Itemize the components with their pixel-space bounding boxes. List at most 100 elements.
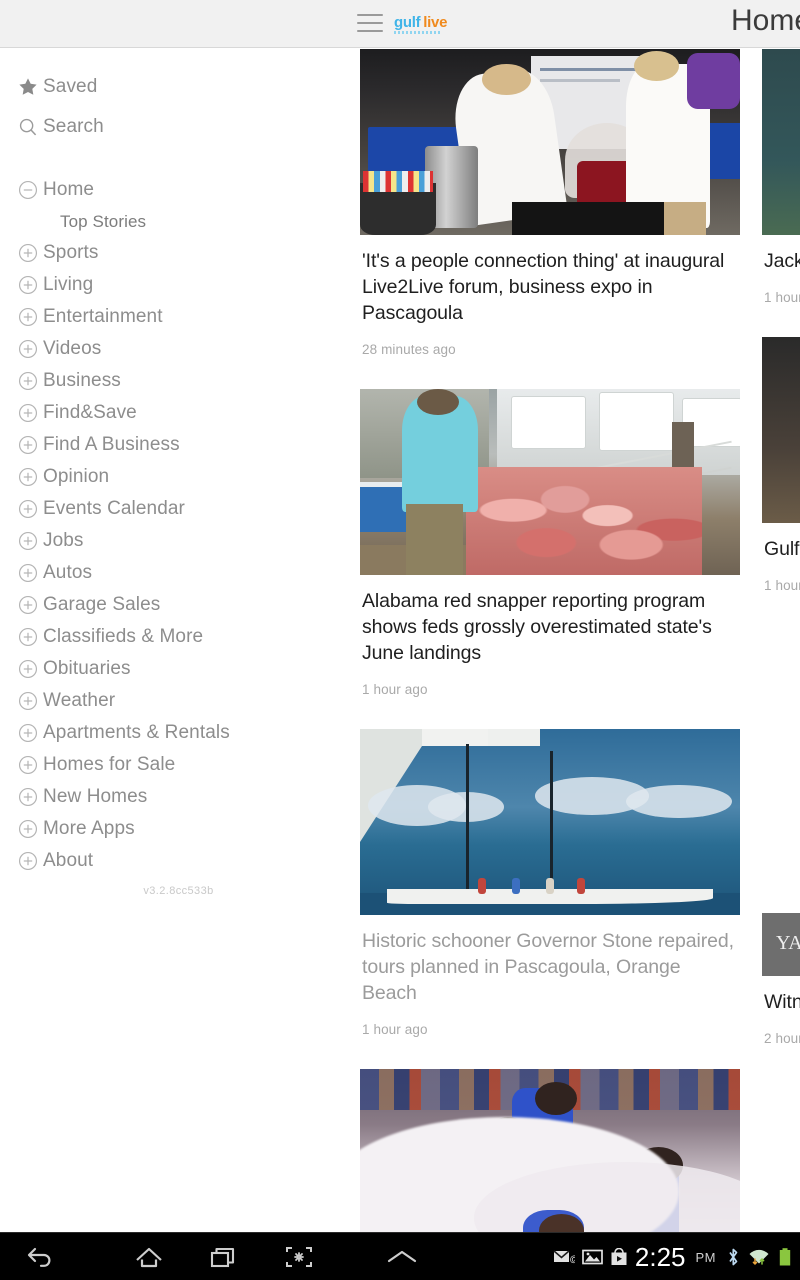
sidebar-item-events-calendar[interactable]: Events Calendar [0, 493, 357, 525]
story-thumbnail[interactable] [360, 1069, 740, 1232]
sidebar-item-label: Search [43, 116, 104, 137]
sidebar-item-homes-for-sale[interactable]: Homes for Sale [0, 749, 357, 781]
plus-circle-icon [13, 274, 43, 296]
hamburger-bar [357, 14, 383, 16]
sidebar-item-videos[interactable]: Videos [0, 333, 357, 365]
sidebar-item-label: Garage Sales [43, 594, 161, 615]
sidebar-item-top-stories[interactable]: Top Stories [0, 207, 357, 237]
story-timestamp: 2 hours [764, 1031, 800, 1046]
sidebar-item-label: Opinion [43, 466, 110, 487]
feed-columns: 'It's a people connection thing' at inau… [357, 49, 800, 1232]
sidebar-item-label: Homes for Sale [43, 754, 176, 775]
sidebar-item-saved[interactable]: Saved [0, 67, 357, 107]
plus-circle-icon [13, 658, 43, 680]
sidebar-item-findandsave[interactable]: Find&Save [0, 397, 357, 429]
logo-wave-icon [394, 31, 442, 34]
plus-circle-icon [13, 786, 43, 808]
sidebar-item-label: Jobs [43, 530, 84, 551]
sidebar-item-more-apps[interactable]: More Apps [0, 813, 357, 845]
sidebar-item-home[interactable]: Home [0, 173, 357, 207]
chevron-up-icon [384, 1246, 420, 1268]
story-headline[interactable]: Jackson crime [762, 235, 800, 274]
screenshot-button[interactable] [262, 1233, 336, 1280]
home-button[interactable] [112, 1233, 186, 1280]
home-icon [133, 1244, 165, 1270]
story-card[interactable]: Welcome to the 'new era' of college foot… [360, 1069, 742, 1232]
plus-circle-icon [13, 594, 43, 616]
sidebar-item-garage-sales[interactable]: Garage Sales [0, 589, 357, 621]
story-card[interactable]: Historic schooner Governor Stone repaire… [360, 729, 742, 1037]
feed-column-main: 'It's a people connection thing' at inau… [360, 49, 742, 1232]
story-card[interactable]: Jackson crime 1 hour ago [762, 49, 800, 305]
gulflive-logo[interactable]: gulf live [394, 14, 447, 34]
sidebar-item-opinion[interactable]: Opinion [0, 461, 357, 493]
sidebar-item-label: About [43, 850, 94, 871]
hamburger-menu-icon[interactable] [357, 14, 383, 34]
story-thumbnail[interactable] [360, 49, 740, 235]
sidebar-item-autos[interactable]: Autos [0, 557, 357, 589]
sidebar-item-label: Autos [43, 562, 93, 583]
recents-icon [208, 1244, 240, 1270]
navigation-drawer: Saved Search Home Top Stories Sports Liv… [0, 49, 357, 1232]
dark-photo [762, 337, 800, 523]
story-thumbnail[interactable] [360, 729, 740, 915]
story-card[interactable]: Gulf C for Si 1 hour ago [762, 337, 800, 593]
story-headline[interactable]: 'It's a people connection thing' at inau… [360, 235, 742, 326]
sidebar-item-label: New Homes [43, 786, 148, 807]
sidebar-item-label: Home [43, 179, 95, 200]
sidebar-item-living[interactable]: Living [0, 269, 357, 301]
sidebar-item-business[interactable]: Business [0, 365, 357, 397]
sidebar-item-label: Weather [43, 690, 116, 711]
sidebar-item-about[interactable]: About [0, 845, 357, 877]
sidebar-item-weather[interactable]: Weather [0, 685, 357, 717]
sidebar-item-sports[interactable]: Sports [0, 237, 357, 269]
text-only-story-card[interactable]: YAZ Bure inve sche City ... [762, 913, 800, 976]
sidebar-item-label: Entertainment [43, 306, 163, 327]
drawer-top-gap [0, 49, 357, 67]
story-headline[interactable]: Alabama red snapper reporting program sh… [360, 575, 742, 666]
sidebar-item-find-a-business[interactable]: Find A Business [0, 429, 357, 461]
story-headline[interactable]: Historic schooner Governor Stone repaire… [360, 915, 742, 1006]
story-thumbnail[interactable] [762, 337, 800, 523]
sidebar-item-new-homes[interactable]: New Homes [0, 781, 357, 813]
status-icons-tray[interactable]: @ 2:25 PM [553, 1233, 792, 1280]
plus-circle-icon [13, 402, 43, 424]
feed-column-right: Jackson crime 1 hour ago Gulf C for Si 1… [762, 49, 800, 1046]
status-clock: 2:25 [634, 1242, 686, 1272]
plus-circle-icon [13, 338, 43, 360]
plus-circle-icon [13, 690, 43, 712]
story-card[interactable]: Alabama red snapper reporting program sh… [360, 389, 742, 697]
red-snapper-dock-photo [360, 389, 740, 575]
svg-text:@: @ [569, 1254, 575, 1264]
minus-circle-icon [13, 179, 43, 201]
story-feed[interactable]: 'It's a people connection thing' at inau… [357, 49, 800, 1232]
story-card[interactable]: 'It's a people connection thing' at inau… [360, 49, 742, 357]
sidebar-item-apartments-and-rentals[interactable]: Apartments & Rentals [0, 717, 357, 749]
recents-button[interactable] [187, 1233, 261, 1280]
story-headline[interactable]: Witne [762, 976, 800, 1015]
expand-button[interactable] [365, 1233, 439, 1280]
story-timestamp: 1 hour ago [362, 682, 428, 697]
screenshot-icon [284, 1244, 314, 1270]
story-timestamp: 1 hour ago [764, 290, 800, 305]
sidebar-item-label: Saved [43, 76, 98, 97]
story-thumbnail[interactable] [360, 389, 740, 575]
sidebar-item-classifieds-and-more[interactable]: Classifieds & More [0, 621, 357, 653]
sidebar-item-jobs[interactable]: Jobs [0, 525, 357, 557]
story-card[interactable]: YAZ Bure inve sche City ... Witne 2 hour… [762, 913, 800, 1046]
plus-circle-icon [13, 370, 43, 392]
plus-circle-icon [13, 530, 43, 552]
logo-gulf-text: gulf [394, 14, 421, 31]
sidebar-item-label: Videos [43, 338, 102, 359]
sidebar-item-search[interactable]: Search [0, 107, 357, 147]
sidebar-item-entertainment[interactable]: Entertainment [0, 301, 357, 333]
plus-circle-icon [13, 434, 43, 456]
back-button[interactable] [4, 1233, 78, 1280]
search-icon [13, 116, 43, 138]
story-headline[interactable]: Gulf C for Si [762, 523, 800, 562]
page-title: Home [731, 4, 800, 37]
story-thumbnail[interactable] [762, 49, 800, 235]
card-gap [762, 305, 800, 337]
sidebar-item-obituaries[interactable]: Obituaries [0, 653, 357, 685]
app-root: gulflive Home Saved Search Home [0, 0, 800, 1280]
